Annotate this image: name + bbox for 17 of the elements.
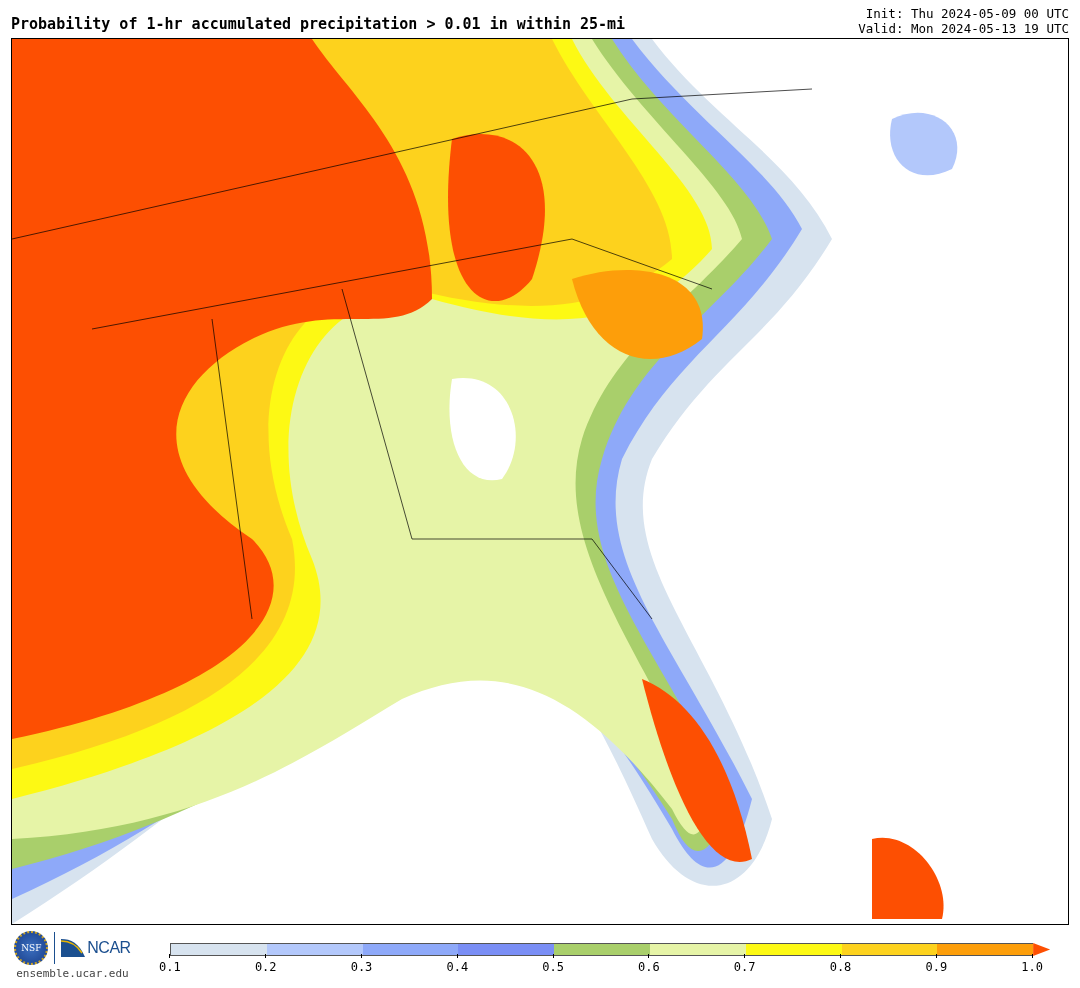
chart-title: Probability of 1-hr accumulated precipitation > 0.01 in within 25-mi [11, 15, 626, 35]
tick-label: 0.2 [254, 960, 277, 974]
tick-label: 0.4 [446, 960, 469, 974]
tick-label: 0.1 [159, 960, 181, 974]
tick-label: 0.7 [733, 960, 756, 974]
tick-label: 1.0 [1021, 960, 1043, 974]
ncar-logo: NCAR [87, 939, 131, 957]
tick-label: 0.9 [925, 960, 948, 974]
tick-label: 0.6 [638, 960, 660, 974]
tick-label: 0.5 [542, 960, 564, 974]
tick-label: 0.8 [829, 960, 852, 974]
swoosh-icon [61, 939, 86, 957]
init-time: Init: Thu 2024-05-09 00 UTC [865, 6, 1069, 21]
nsf-logo: NSF [14, 931, 49, 965]
tick-label: 0.3 [350, 960, 373, 974]
site-url: ensemble.ucar.edu [16, 967, 129, 980]
valid-time: Valid: Mon 2024-05-13 19 UTC [858, 21, 1069, 36]
